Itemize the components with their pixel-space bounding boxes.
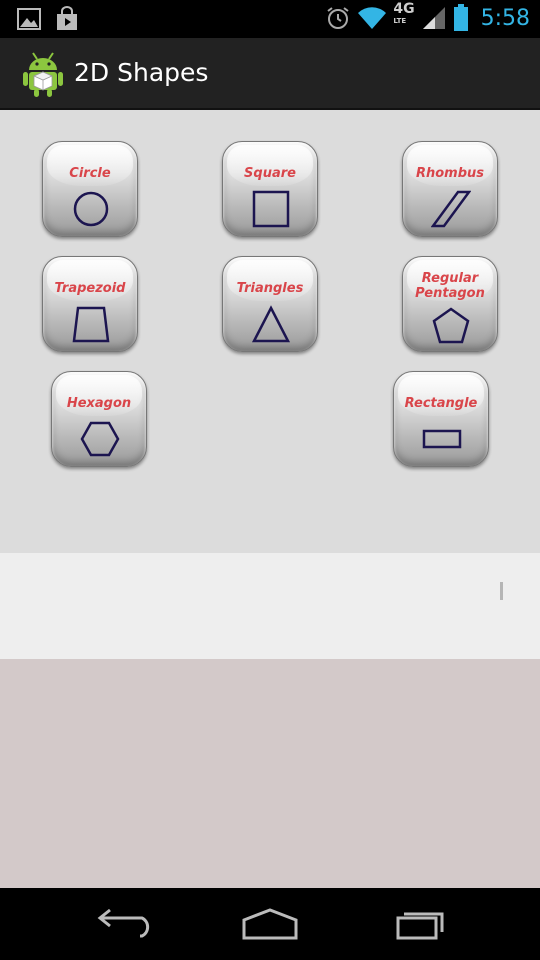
square-label: Square [244,166,296,181]
gallery-icon [17,8,41,30]
square-button[interactable]: Square [222,141,318,237]
triangles-button[interactable]: Triangles [222,256,318,352]
hexagon-button[interactable]: Hexagon [51,371,147,467]
rhombus-button[interactable]: Rhombus [402,141,498,237]
rhombus-icon [431,190,471,228]
clock: 5:58 [480,5,530,31]
network-label: 4G [393,1,415,17]
signal-icon [422,7,445,29]
navigation-bar [0,888,540,960]
regular-pentagon-label-line2: Pentagon [415,286,485,301]
action-bar: 2D Shapes [0,38,540,110]
pentagon-icon [432,307,470,344]
triangles-label: Triangles [236,281,304,296]
battery-icon [453,4,468,31]
trapezoid-label: Trapezoid [54,281,126,296]
network-indicator: 4G LTE [393,1,415,27]
shapes-grid: Circle Square Rhombus Trapezoid Triangle… [0,110,540,553]
circle-label: Circle [69,166,111,181]
scrollbar[interactable] [500,582,503,600]
trapezoid-icon [72,306,110,343]
alarm-icon [327,7,349,29]
recents-icon[interactable] [390,906,450,942]
circle-icon [73,191,109,227]
store-icon [57,6,77,30]
rectangle-icon [422,429,462,449]
blank-panel [0,659,540,888]
wifi-icon [358,7,387,29]
hexagon-icon [80,421,120,457]
regular-pentagon-label-line1: Regular [421,271,479,286]
circle-button[interactable]: Circle [42,141,138,237]
scroll-panel[interactable] [0,553,540,659]
hexagon-label: Hexagon [66,396,132,411]
back-icon[interactable] [90,906,150,942]
rectangle-button[interactable]: Rectangle [393,371,489,467]
triangle-icon [251,305,291,343]
trapezoid-button[interactable]: Trapezoid [42,256,138,352]
regular-pentagon-button[interactable]: Regular Pentagon [402,256,498,352]
network-sub-label: LTE [393,17,407,25]
status-bar: 4G LTE 5:58 [0,0,540,38]
rhombus-label: Rhombus [415,166,485,181]
square-icon [252,190,290,228]
rectangle-label: Rectangle [404,396,478,411]
app-title: 2D Shapes [74,58,209,87]
android-cube-icon[interactable] [20,50,66,98]
home-icon[interactable] [240,906,300,942]
